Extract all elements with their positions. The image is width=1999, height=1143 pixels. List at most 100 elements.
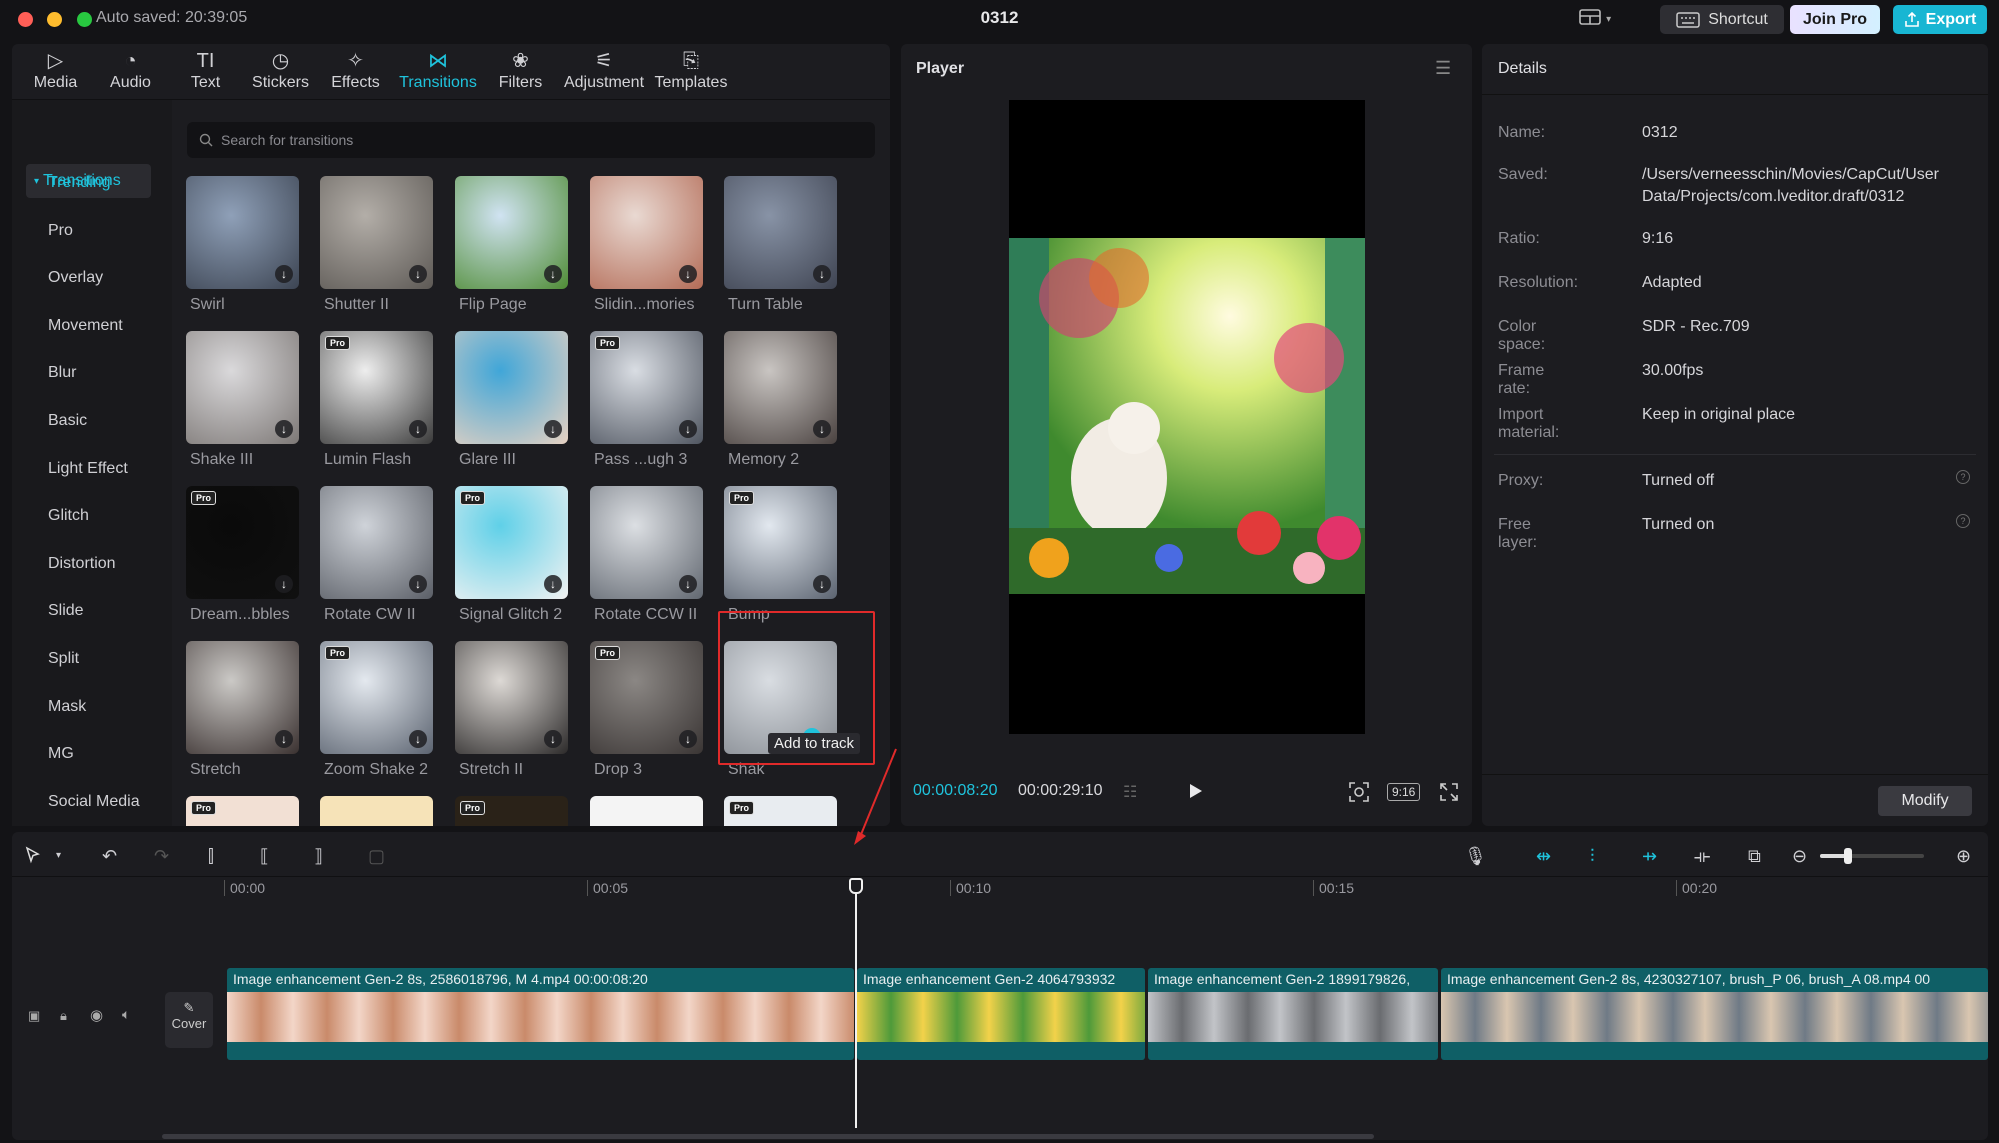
tab-effects[interactable]: ✧ Effects <box>318 44 393 99</box>
delete-icon[interactable]: ▢ <box>368 846 385 867</box>
category-blur[interactable]: Blur <box>48 364 76 382</box>
download-icon[interactable]: ↓ <box>813 265 831 283</box>
video-clip[interactable]: Image enhancement Gen-2 1899179826, <box>1148 968 1438 1060</box>
category-mg[interactable]: MG <box>48 745 74 763</box>
main-track-magnet-icon[interactable]: ⇹ <box>1536 846 1551 867</box>
modify-button[interactable]: Modify <box>1878 786 1972 816</box>
waveform-icon[interactable]: ☷ <box>1123 782 1137 802</box>
zoom-slider[interactable] <box>1820 848 1924 864</box>
split-icon[interactable]: ⫿ <box>208 846 214 867</box>
category-slide[interactable]: Slide <box>48 602 84 620</box>
tab-filters[interactable]: ❀ Filters <box>483 44 558 99</box>
category-mask[interactable]: Mask <box>48 698 86 716</box>
transition-thumbnail[interactable]: ↓ <box>590 176 703 289</box>
linkage-icon[interactable]: ⇸ <box>1642 846 1657 867</box>
video-preview[interactable] <box>1009 100 1365 734</box>
transition-thumbnail[interactable]: ↓ <box>186 331 299 444</box>
zoom-in-icon[interactable]: ⊕ <box>1956 846 1971 867</box>
category-basic[interactable]: Basic <box>48 412 87 430</box>
download-icon[interactable]: ↓ <box>679 265 697 283</box>
category-glitch[interactable]: Glitch <box>48 507 89 525</box>
download-icon[interactable]: ↓ <box>544 420 562 438</box>
shortcut-button[interactable]: Shortcut <box>1660 5 1784 34</box>
delete-right-icon[interactable]: ⟧ <box>314 846 323 867</box>
track-cover-icon[interactable]: ▣ <box>28 1008 40 1024</box>
cover-button[interactable]: ✎ Cover <box>165 992 213 1048</box>
download-icon[interactable]: ↓ <box>409 575 427 593</box>
transition-thumbnail[interactable]: Pro <box>724 796 837 826</box>
video-clip[interactable]: Image enhancement Gen-2 8s, 2586018796, … <box>227 968 854 1060</box>
transition-thumbnail[interactable] <box>320 796 433 826</box>
join-pro-button[interactable]: Join Pro <box>1790 5 1880 34</box>
tab-text[interactable]: TI Text <box>168 44 243 99</box>
category-movement[interactable]: Movement <box>48 317 123 335</box>
preview-axis-icon[interactable]: ⟛ <box>1694 846 1710 867</box>
tab-audio[interactable]: ◔ Audio <box>93 44 168 99</box>
transition-thumbnail[interactable]: Pro ↓ <box>320 331 433 444</box>
transition-thumbnail[interactable]: Pro <box>186 796 299 826</box>
select-tool-icon[interactable] <box>24 846 42 869</box>
transition-thumbnail[interactable]: ↓ <box>455 331 568 444</box>
layout-switch-button[interactable]: ▾ <box>1578 8 1626 30</box>
transition-thumbnail[interactable]: ↓ <box>724 331 837 444</box>
transition-thumbnail[interactable]: Pro ↓ <box>590 641 703 754</box>
transition-thumbnail[interactable]: ↓ <box>724 176 837 289</box>
ratio-button[interactable]: 9:16 <box>1387 783 1421 801</box>
download-icon[interactable]: ↓ <box>409 420 427 438</box>
tab-media[interactable]: ▷ Media <box>18 44 93 99</box>
download-icon[interactable]: ↓ <box>275 265 293 283</box>
tab-adjustment[interactable]: ⚟ Adjustment <box>558 44 650 99</box>
download-icon[interactable]: ↓ <box>544 265 562 283</box>
transition-thumbnail[interactable]: Pro ↓ <box>724 486 837 599</box>
download-icon[interactable]: ↓ <box>813 575 831 593</box>
category-social-media[interactable]: Social Media <box>48 793 140 811</box>
transition-thumbnail[interactable]: ↓ <box>186 641 299 754</box>
category-pro[interactable]: Pro <box>48 222 73 240</box>
menu-icon[interactable]: ☰ <box>1435 58 1451 79</box>
download-icon[interactable]: ↓ <box>275 420 293 438</box>
transition-thumbnail[interactable]: Pro ↓ <box>455 486 568 599</box>
transition-thumbnail[interactable]: Pro ↓ <box>320 641 433 754</box>
transition-thumbnail[interactable] <box>590 796 703 826</box>
category-trending[interactable]: Trending <box>48 174 111 192</box>
transition-thumbnail[interactable]: Pro ↓ <box>590 331 703 444</box>
download-icon[interactable]: ↓ <box>679 575 697 593</box>
transition-thumbnail[interactable]: ↓ <box>455 176 568 289</box>
transition-thumbnail[interactable]: ↓ <box>320 486 433 599</box>
category-light-effect[interactable]: Light Effect <box>48 460 128 478</box>
tab-templates[interactable]: ⎘ Templates <box>650 44 732 99</box>
search-input[interactable]: Search for transitions <box>187 122 875 158</box>
free-layer-help-icon[interactable]: ? <box>1956 514 1970 528</box>
download-icon[interactable]: ↓ <box>813 420 831 438</box>
transition-thumbnail[interactable]: + <box>724 641 837 754</box>
add-icon[interactable]: + <box>803 728 821 746</box>
zoom-fit-icon[interactable]: ⧉ <box>1748 846 1761 867</box>
transition-thumbnail[interactable]: Pro ↓ <box>186 486 299 599</box>
transition-thumbnail[interactable]: Pro <box>455 796 568 826</box>
transition-thumbnail[interactable]: ↓ <box>186 176 299 289</box>
transition-thumbnail[interactable]: ↓ <box>320 176 433 289</box>
auto-snap-icon[interactable]: ⫶ <box>1590 846 1595 867</box>
category-distortion[interactable]: Distortion <box>48 555 116 573</box>
transition-thumbnail[interactable]: ↓ <box>590 486 703 599</box>
microphone-icon[interactable]: 🎙 <box>1464 846 1487 867</box>
download-icon[interactable]: ↓ <box>544 730 562 748</box>
lock-icon[interactable]: 🔒︎ <box>60 1008 67 1024</box>
zoom-out-icon[interactable]: ⊖ <box>1792 846 1807 867</box>
proxy-help-icon[interactable]: ? <box>1956 470 1970 484</box>
screenshot-button[interactable] <box>1348 781 1370 808</box>
download-icon[interactable]: ↓ <box>409 265 427 283</box>
tab-transitions[interactable]: ⋈ Transitions <box>393 44 483 99</box>
category-overlay[interactable]: Overlay <box>48 269 103 287</box>
download-icon[interactable]: ↓ <box>275 730 293 748</box>
volume-icon[interactable]: 🔈︎ <box>122 1006 130 1023</box>
download-icon[interactable]: ↓ <box>409 730 427 748</box>
play-button[interactable] <box>1183 779 1207 803</box>
video-clip[interactable]: Image enhancement Gen-2 4064793932 <box>857 968 1145 1060</box>
delete-left-icon[interactable]: ⟦ <box>260 846 269 867</box>
export-button[interactable]: Export <box>1893 5 1987 34</box>
fullscreen-button[interactable] <box>1438 781 1460 808</box>
download-icon[interactable]: ↓ <box>679 730 697 748</box>
download-icon[interactable]: ↓ <box>275 575 293 593</box>
transition-thumbnail[interactable]: ↓ <box>455 641 568 754</box>
